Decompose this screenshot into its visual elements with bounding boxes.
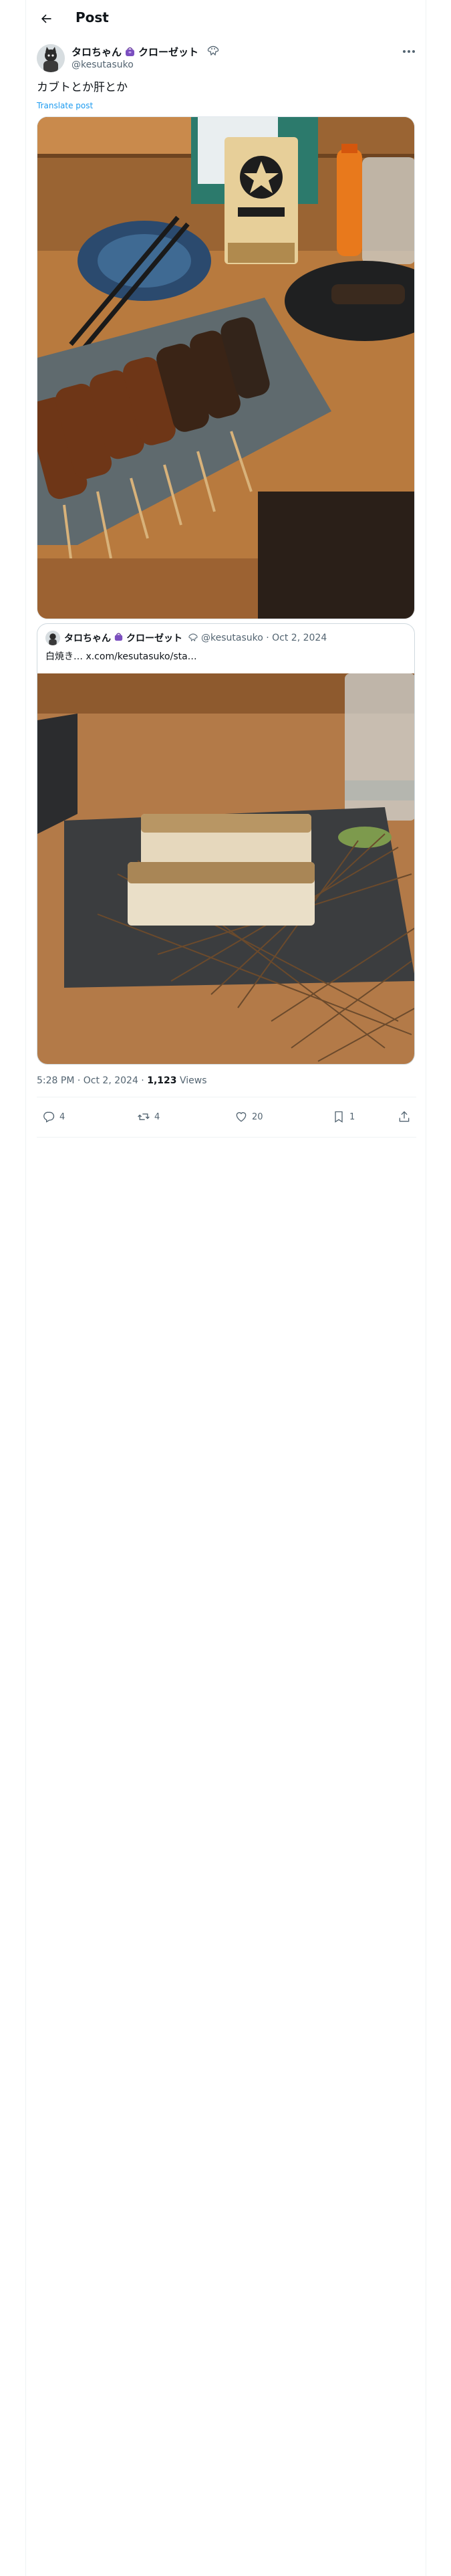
like-button[interactable]: 20	[235, 1110, 263, 1123]
bookmark-count: 1	[349, 1111, 355, 1122]
views-count: 1,123	[147, 1075, 177, 1086]
action-bar: 4 4 20 1	[37, 1105, 416, 1132]
like-count: 20	[252, 1111, 263, 1122]
badge-icon	[188, 633, 198, 644]
share-button[interactable]	[398, 1110, 411, 1123]
share-icon	[399, 1111, 410, 1122]
quote-header: タロちゃん クローゼット @kesutasuko · Oct 2, 2024	[64, 631, 327, 645]
author-name-row[interactable]: タロちゃん クローゼット	[71, 45, 220, 58]
post-photo[interactable]	[37, 116, 415, 619]
reply-count: 4	[59, 1111, 65, 1122]
badge-icon	[206, 45, 220, 58]
repost-button[interactable]: 4	[137, 1110, 160, 1123]
repost-count: 4	[154, 1111, 160, 1122]
handbag-icon	[124, 46, 136, 57]
post-column: Post タロちゃん クローゼット @kesutasuko カブトとか肝とか T…	[25, 0, 426, 2576]
author-name[interactable]: タロちゃん	[71, 45, 122, 59]
quote-author-name: タロちゃん	[64, 633, 111, 644]
post-timestamp[interactable]: 5:28 PM · Oct 2, 2024 ·	[37, 1075, 147, 1086]
post-text: カブトとか肝とか	[37, 81, 128, 94]
quote-photo[interactable]	[37, 673, 414, 1064]
arrow-left-icon	[41, 14, 51, 23]
bookmark-icon	[335, 1111, 343, 1123]
divider	[37, 1137, 416, 1138]
views-label: Views	[176, 1075, 207, 1086]
bookmark-button[interactable]: 1	[332, 1110, 355, 1123]
quote-author-name-suffix: クローゼット	[126, 633, 182, 644]
avatar[interactable]	[37, 44, 65, 72]
more-options-button[interactable]	[400, 44, 418, 59]
heart-icon	[236, 1112, 247, 1122]
handbag-icon	[114, 632, 124, 644]
more-icon	[403, 50, 415, 53]
quote-meta: @kesutasuko · Oct 2, 2024	[201, 633, 327, 643]
author-handle[interactable]: @kesutasuko	[71, 60, 134, 70]
author-name-suffix[interactable]: クローゼット	[138, 45, 198, 59]
translate-post-link[interactable]: Translate post	[37, 101, 93, 110]
page-header: Post	[26, 0, 427, 37]
quote-text: 白焼き… x.com/kesutasuko/sta…	[45, 651, 197, 662]
reply-icon	[43, 1111, 55, 1123]
repost-icon	[138, 1113, 150, 1120]
reply-button[interactable]: 4	[42, 1110, 65, 1123]
back-button[interactable]	[35, 8, 57, 29]
quoted-post[interactable]: タロちゃん クローゼット @kesutasuko · Oct 2, 2024 白…	[37, 623, 415, 1065]
post-meta: 5:28 PM · Oct 2, 2024 · 1,123 Views	[37, 1075, 206, 1086]
quote-avatar	[45, 631, 60, 645]
page-title: Post	[76, 9, 109, 25]
